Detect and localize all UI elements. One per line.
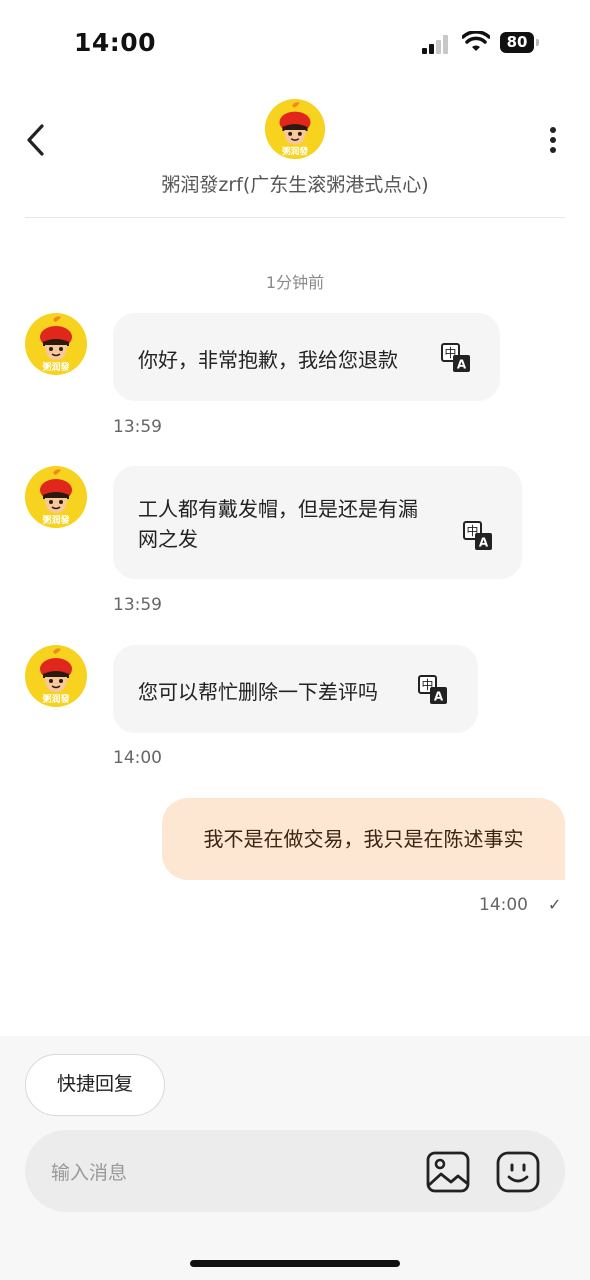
message-text-line-1: 工人都有戴发帽，但是还是有漏 [138, 497, 418, 521]
cellular-signal-icon [422, 34, 454, 54]
translate-icon[interactable]: 中 A [440, 342, 472, 374]
shop-avatar-header[interactable]: 粥润發 [264, 98, 326, 160]
translate-icon[interactable]: 中 A [417, 674, 449, 706]
logo-text: 粥润發 [42, 361, 70, 373]
status-time: 14:00 [74, 28, 157, 57]
shop-logo-icon: 粥润發 [25, 466, 87, 528]
battery-tip [536, 39, 539, 46]
logo-text: 粥润發 [42, 514, 70, 526]
header-divider [25, 217, 565, 218]
shop-logo-icon: 粥润發 [25, 645, 87, 707]
message-text: 你好，非常抱歉，我给您退款 [138, 348, 398, 372]
message-text: 我不是在做交易，我只是在陈述事实 [203, 827, 524, 851]
shop-logo-icon: 粥润發 [25, 313, 87, 375]
shop-avatar[interactable]: 粥润發 [24, 312, 88, 376]
svg-text:A: A [434, 690, 444, 704]
back-arrow-icon[interactable] [22, 122, 54, 158]
read-check-icon: ✓ [548, 895, 562, 914]
emoji-picker-icon[interactable] [495, 1150, 541, 1194]
more-options-icon[interactable] [543, 124, 563, 156]
home-indicator [190, 1260, 400, 1267]
battery-indicator: 80 [500, 32, 534, 53]
message-input[interactable]: 输入消息 [51, 1158, 127, 1185]
message-text-line-2: 网之发 [138, 527, 198, 551]
svg-text:A: A [479, 536, 489, 550]
message-bubble[interactable]: 你好，非常抱歉，我给您退款 中 A [113, 313, 500, 401]
message-bubble[interactable]: 工人都有戴发帽，但是还是有漏 网之发 中 A [113, 466, 522, 579]
svg-text:A: A [457, 358, 467, 372]
message-bubble[interactable]: 您可以帮忙删除一下差评吗 中 A [113, 645, 478, 733]
shop-logo-icon: 粥润發 [264, 98, 326, 160]
message-text: 您可以帮忙删除一下差评吗 [138, 680, 378, 704]
message-time: 14:00 [113, 748, 162, 768]
logo-text: 粥润發 [42, 693, 70, 705]
message-time: 13:59 [113, 595, 162, 615]
image-picker-icon[interactable] [425, 1150, 471, 1194]
shop-avatar[interactable]: 粥润發 [24, 644, 88, 708]
message-time: 13:59 [113, 417, 162, 437]
time-separator: 1分钟前 [265, 273, 325, 292]
quick-reply-button[interactable]: 快捷回复 [25, 1054, 165, 1116]
message-time: 14:00 [479, 895, 528, 915]
wifi-icon [462, 31, 490, 51]
shop-avatar[interactable]: 粥润發 [24, 465, 88, 529]
outgoing-message-bubble[interactable]: 我不是在做交易，我只是在陈述事实 [162, 798, 565, 880]
translate-icon[interactable]: 中 A [462, 520, 494, 552]
logo-text: 粥润發 [282, 145, 308, 157]
shop-name: 粥润發zrf(广东生滚粥港式点心) [161, 174, 429, 196]
